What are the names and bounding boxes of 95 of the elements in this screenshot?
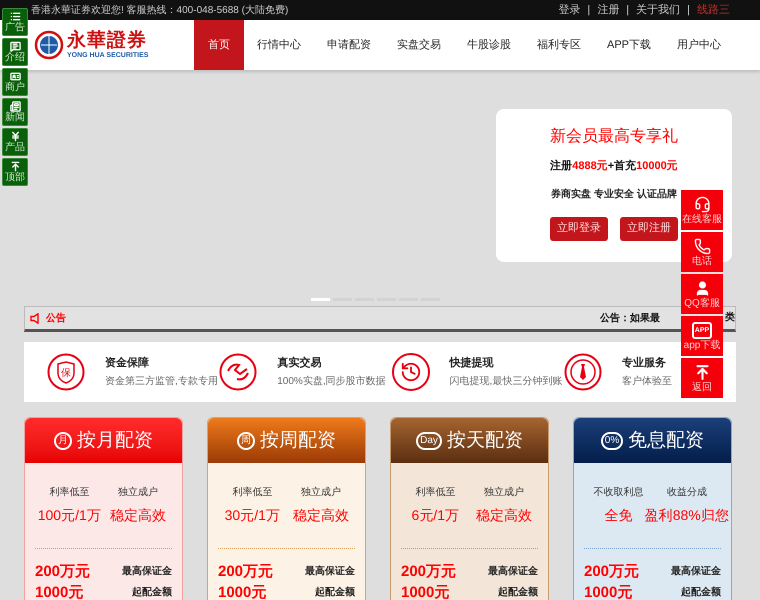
plan-stat-label: 利率低至: [415, 486, 456, 500]
logo-name: 永華證券: [67, 31, 148, 50]
message-icon: [10, 41, 20, 52]
separator: |: [626, 2, 630, 18]
nav-item[interactable]: 首页: [194, 20, 244, 70]
plan-stat-value: 100元/1万: [38, 506, 101, 525]
top-link[interactable]: 关于我们: [636, 2, 680, 18]
top-link[interactable]: 登录: [558, 2, 580, 18]
plan-amount: 200万元: [35, 564, 90, 579]
notice-label: 公告: [46, 312, 66, 326]
welcome-text: 香港永華证券欢迎您! 客服热线：400-048-5688 (大陆免费): [31, 4, 288, 18]
side-button[interactable]: 新闻: [2, 98, 28, 126]
arrow-up-icon: [10, 161, 20, 172]
yen-icon: [10, 131, 20, 142]
side-button[interactable]: 商户: [2, 68, 28, 96]
plan-amount: 200万元: [584, 564, 640, 579]
list-icon: [10, 11, 20, 22]
globe-logo-icon: [34, 30, 64, 60]
nav-item[interactable]: 申请配资: [314, 20, 384, 70]
feature-title: 专业服务: [622, 356, 667, 371]
promo-button[interactable]: 立即注册: [620, 216, 678, 240]
plan-stat-label: 不收取利息: [593, 486, 644, 500]
plan-stat-value: 稳定高效: [292, 506, 349, 525]
plan-amount: 200万元: [218, 564, 274, 579]
id-card-icon: [10, 71, 20, 82]
arrow-up-icon: [694, 364, 710, 380]
plan-stat-label: 利率低至: [232, 486, 272, 500]
plan-amount: 200万元: [401, 564, 456, 579]
plan-stat-value: 稳定高效: [110, 506, 166, 525]
plan-badge-icon: 0%: [600, 432, 624, 450]
plan-title: 按月配资: [77, 431, 153, 450]
plan-amount-label: 最高保证金: [122, 564, 172, 579]
plan-amount: 1000元: [584, 585, 632, 600]
plan-amount: 1000元: [35, 585, 84, 600]
nav-item[interactable]: 福利专区: [524, 20, 594, 70]
separator: |: [687, 2, 690, 18]
plan-amount-label: 起配金额: [132, 585, 172, 600]
nav-item[interactable]: 行情中心: [244, 20, 314, 70]
notice-text: 类: [725, 313, 735, 323]
nav-item[interactable]: 用户中心: [664, 20, 734, 70]
plan-title: 免息配资: [628, 431, 704, 450]
promo-tagline: 券商实盘 专业安全 认证品牌: [551, 187, 677, 202]
float-button[interactable]: 在线客服: [681, 190, 723, 230]
feature-title: 资金保障: [105, 356, 150, 371]
tie-icon: [564, 353, 602, 391]
plan-badge-icon: Day: [416, 432, 442, 450]
top-link[interactable]: 线路三: [697, 2, 730, 18]
nav-item[interactable]: 实盘交易: [384, 20, 454, 70]
newspaper-icon: [10, 101, 20, 112]
plan-stat-label: 收益分成: [666, 486, 707, 500]
plan-stat-value: 全免: [604, 506, 632, 525]
side-button[interactable]: 顶部: [2, 158, 28, 186]
feature-desc: 客户体验至: [622, 374, 672, 390]
plan-amount: 1000元: [218, 585, 266, 600]
plan-stat-value: 30元/1万: [224, 506, 280, 525]
nav-item[interactable]: 牛股诊股: [454, 20, 524, 70]
feature-title: 真实交易: [277, 356, 322, 371]
plan-stat-label: 独立成户: [300, 486, 341, 500]
plan-amount: 1000元: [401, 585, 450, 600]
plan-stat-value: 6元/1万: [412, 506, 459, 525]
shield-icon: 保: [47, 353, 85, 391]
feature-desc: 资金第三方监管,专款专用: [105, 374, 218, 390]
plan-amount-label: 最高保证金: [305, 564, 355, 579]
exchange-icon: [219, 353, 258, 391]
side-button[interactable]: 介绍: [2, 38, 28, 66]
plan-stat-label: 利率低至: [49, 486, 90, 500]
promo-title: 新会员最高专享礼: [550, 129, 678, 145]
plan-amount-label: 起配金额: [315, 585, 355, 600]
side-button[interactable]: 广告: [2, 8, 28, 36]
feature-title: 快捷提现: [450, 356, 494, 371]
plan-stat-label: 独立成户: [484, 486, 524, 500]
separator: |: [587, 2, 590, 18]
plan-amount-label: 起配金额: [681, 585, 721, 600]
feature-desc: 闪电提现,最快三分钟到账: [450, 374, 562, 390]
plan-amount-label: 起配金额: [498, 585, 538, 600]
clock-icon: [392, 353, 430, 391]
plan-title: 按周配资: [260, 431, 336, 450]
plan-stat-value: 稳定高效: [476, 506, 532, 525]
top-link[interactable]: 注册: [597, 2, 620, 18]
promo-offer: 注册4888元+首充10000元: [550, 158, 678, 174]
side-button[interactable]: 产品: [2, 128, 28, 156]
plan-amount-label: 最高保证金: [488, 564, 538, 579]
plan-badge-icon: 月: [54, 432, 72, 450]
nav-item[interactable]: APP下载: [594, 20, 664, 70]
plan-stat-value: 盈利88%归您: [644, 506, 729, 525]
feature-desc: 100%实盘,同步股市数据: [277, 374, 386, 390]
plan-title: 按天配资: [446, 431, 523, 450]
plan-stat-label: 独立成户: [118, 486, 158, 500]
plan-amount-label: 最高保证金: [671, 564, 721, 579]
phone-icon: [694, 238, 710, 254]
promo-button[interactable]: 立即登录: [550, 216, 608, 240]
notice-text: 公告：如果最: [600, 312, 661, 326]
headset-icon: [694, 196, 710, 212]
plan-badge-icon: 周: [237, 432, 255, 450]
speaker-icon: [30, 312, 41, 324]
